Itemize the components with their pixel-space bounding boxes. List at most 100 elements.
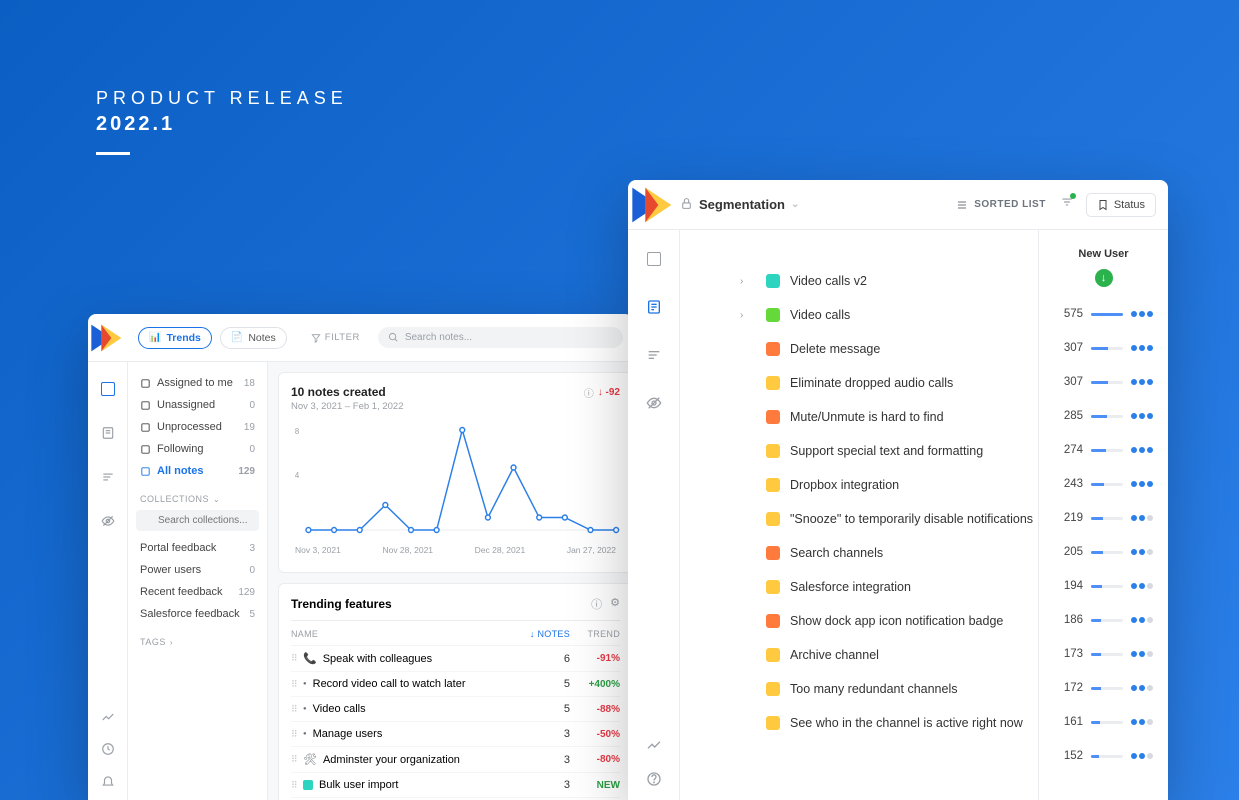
stat-row: 243	[1039, 467, 1168, 501]
info-icon[interactable]: ⓘ	[591, 596, 602, 612]
stat-row: 219	[1039, 501, 1168, 535]
table-row[interactable]: ⠿●Video calls5-88%	[291, 697, 620, 722]
filter-icon-button[interactable]	[1060, 195, 1074, 214]
lock-icon	[680, 197, 693, 213]
hero: PRODUCT RELEASE 2022.1	[96, 88, 348, 155]
nav-eye-icon[interactable]	[645, 394, 663, 412]
search-notes-input[interactable]: Search notes...	[378, 327, 623, 348]
collections-header[interactable]: COLLECTIONS⌄	[140, 494, 255, 504]
stat-row: 173	[1039, 637, 1168, 671]
collection-item-3[interactable]: Salesforce feedback5	[136, 603, 259, 625]
collection-item-1[interactable]: Power users0	[136, 559, 259, 581]
tab-trends[interactable]: 📊Trends	[138, 327, 212, 349]
stat-row: 161	[1039, 705, 1168, 739]
status-button[interactable]: Status	[1086, 193, 1156, 217]
segment-item[interactable]: Delete message	[740, 332, 1038, 366]
chart-card: 10 notes created Nov 3, 2021 – Feb 1, 20…	[278, 372, 633, 573]
segment-item[interactable]: Too many redundant channels	[740, 672, 1038, 706]
chart-delta: ⓘ↓ -92	[584, 385, 620, 400]
search-collections-input[interactable]	[136, 510, 259, 531]
nav-inbox-icon[interactable]	[99, 380, 117, 398]
wb-main: ›Video calls v2›Video callsDelete messag…	[680, 230, 1168, 800]
chevron-down-icon: ⌄	[791, 199, 799, 210]
stat-row: 307	[1039, 331, 1168, 365]
stats-title: New User	[1039, 248, 1168, 260]
stat-row: 172	[1039, 671, 1168, 705]
sidenav-item-4[interactable]: All notes129	[136, 460, 259, 482]
segment-item[interactable]: Mute/Unmute is hard to find	[740, 400, 1038, 434]
download-icon[interactable]: ↓	[1039, 268, 1168, 287]
app-logo[interactable]	[628, 180, 680, 231]
wa-topbar: 📊Trends 📄Notes FILTER Search notes...	[88, 314, 633, 362]
nav-list-icon[interactable]	[645, 346, 663, 364]
segment-item[interactable]: Archive channel	[740, 638, 1038, 672]
nav-bell-icon[interactable]	[99, 772, 117, 790]
wa-sidenav: Assigned to me18Unassigned0Unprocessed19…	[128, 362, 268, 800]
nav-help-icon[interactable]	[645, 770, 663, 788]
table-row[interactable]: ⠿🛠Adminster your organization3-80%	[291, 747, 620, 773]
nav-inbox-icon[interactable]	[645, 250, 663, 268]
segment-item[interactable]: Salesforce integration	[740, 570, 1038, 604]
table-row[interactable]: ⠿●Record video call to watch later5+400%	[291, 672, 620, 697]
sidenav-item-2[interactable]: Unprocessed19	[136, 416, 259, 438]
app-logo[interactable]	[88, 318, 128, 358]
segment-item[interactable]: See who in the channel is active right n…	[740, 706, 1038, 740]
nav-chart-icon[interactable]	[645, 736, 663, 754]
hero-underline	[96, 152, 130, 155]
tags-header[interactable]: TAGS›	[140, 637, 255, 647]
svg-text:8: 8	[295, 427, 300, 436]
nav-doc-icon[interactable]	[645, 298, 663, 316]
nav-chart-icon[interactable]	[99, 708, 117, 726]
segment-item[interactable]: Support special text and formatting	[740, 434, 1038, 468]
svg-text:4: 4	[295, 471, 300, 480]
table-row[interactable]: ⠿Bulk user import3NEW	[291, 773, 620, 798]
collection-item-2[interactable]: Recent feedback129	[136, 581, 259, 603]
wb-vertical-nav	[628, 230, 680, 800]
window-trends: 📊Trends 📄Notes FILTER Search notes... As…	[88, 314, 633, 800]
hero-title: PRODUCT RELEASE	[96, 88, 348, 109]
chart-subtitle: Nov 3, 2021 – Feb 1, 2022	[291, 401, 404, 412]
wb-topbar: Segmentation ⌄ SORTED LIST Status	[628, 180, 1168, 230]
stats-column: New User ↓ 57530730728527424321920519418…	[1038, 230, 1168, 800]
nav-doc-icon[interactable]	[99, 424, 117, 442]
segment-item[interactable]: ›Video calls	[740, 298, 1038, 332]
table-row[interactable]: ⠿📞Speak with colleagues6-91%	[291, 646, 620, 672]
segment-item[interactable]: "Snooze" to temporarily disable notifica…	[740, 502, 1038, 536]
segment-item[interactable]: ›Video calls v2	[740, 264, 1038, 298]
chart-title: 10 notes created	[291, 385, 404, 399]
stat-row: 205	[1039, 535, 1168, 569]
segment-list: ›Video calls v2›Video callsDelete messag…	[680, 230, 1038, 800]
nav-eye-icon[interactable]	[99, 512, 117, 530]
sorted-list-button[interactable]: SORTED LIST	[956, 199, 1046, 211]
segment-item[interactable]: Search channels	[740, 536, 1038, 570]
sidenav-item-1[interactable]: Unassigned0	[136, 394, 259, 416]
stat-row: 307	[1039, 365, 1168, 399]
wa-main: 10 notes created Nov 3, 2021 – Feb 1, 20…	[268, 362, 633, 800]
hero-year: 2022.1	[96, 113, 348, 136]
sidenav-item-3[interactable]: Following0	[136, 438, 259, 460]
filter-button[interactable]: FILTER	[311, 332, 360, 343]
wa-bottom-icons	[88, 708, 128, 790]
segment-item[interactable]: Show dock app icon notification badge	[740, 604, 1038, 638]
stat-row: 285	[1039, 399, 1168, 433]
stat-row: 152	[1039, 739, 1168, 773]
stat-row: 575	[1039, 297, 1168, 331]
window-segmentation: Segmentation ⌄ SORTED LIST Status ›Video…	[628, 180, 1168, 800]
stat-row: 274	[1039, 433, 1168, 467]
collection-item-0[interactable]: Portal feedback3	[136, 537, 259, 559]
tab-notes[interactable]: 📄Notes	[220, 327, 287, 349]
table-header-row: NAME ↓ NOTES TREND	[291, 621, 620, 646]
wb-bottom-icons	[628, 736, 680, 800]
nav-list-icon[interactable]	[99, 468, 117, 486]
gear-icon[interactable]: ⚙	[610, 596, 620, 612]
stat-row: 194	[1039, 569, 1168, 603]
segment-item[interactable]: Dropbox integration	[740, 468, 1038, 502]
segment-item[interactable]: Eliminate dropped audio calls	[740, 366, 1038, 400]
stat-row: 186	[1039, 603, 1168, 637]
table-row[interactable]: ⠿●Manage users3-50%	[291, 722, 620, 747]
trending-card: Trending features ⓘ ⚙ NAME ↓ NOTES TREND…	[278, 583, 633, 800]
sidenav-item-0[interactable]: Assigned to me18	[136, 372, 259, 394]
nav-clock-icon[interactable]	[99, 740, 117, 758]
page-title[interactable]: Segmentation ⌄	[680, 197, 799, 213]
filter-active-dot	[1070, 193, 1076, 199]
